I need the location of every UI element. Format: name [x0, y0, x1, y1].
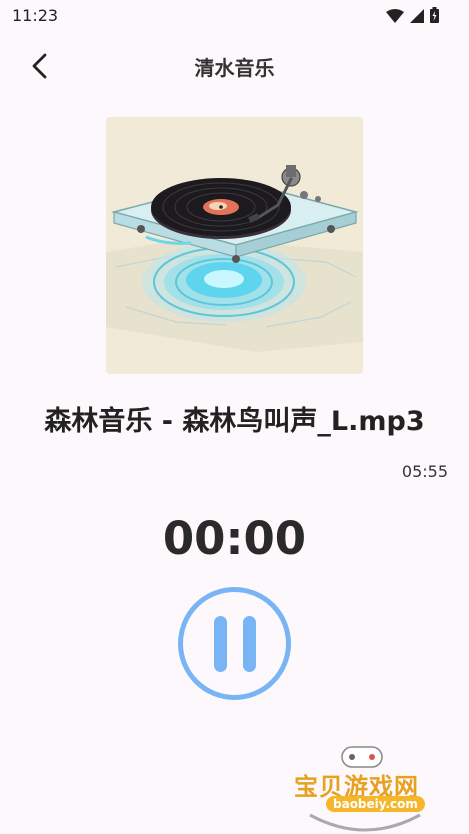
page-title: 清水音乐: [194, 56, 275, 80]
watermark-url: baobeiy.com: [326, 796, 425, 812]
pause-button[interactable]: [178, 587, 291, 700]
pause-icon: [213, 615, 256, 672]
app-header: 清水音乐: [0, 42, 469, 88]
status-icons: [386, 7, 439, 27]
elapsed-time: 00:00: [162, 512, 307, 565]
album-art: [106, 117, 363, 374]
watermark-logo: 宝贝游戏网 baobeiy.com: [290, 745, 440, 834]
music-player-screen: 11:23 清水音乐 森林音乐 - 森林鸟叫声_L.mp3 05:55 00:0…: [0, 0, 469, 834]
pause-bar-left: [213, 615, 227, 672]
pause-bar-right: [242, 615, 256, 672]
status-bar: 11:23: [0, 0, 469, 32]
track-title: 森林音乐 - 森林鸟叫声_L.mp3: [44, 406, 425, 437]
wifi-icon: [386, 8, 404, 27]
track-duration: 05:55: [401, 462, 448, 481]
status-time: 11:23: [12, 6, 59, 25]
signal-icon: [410, 8, 424, 27]
battery-icon: [430, 7, 439, 27]
